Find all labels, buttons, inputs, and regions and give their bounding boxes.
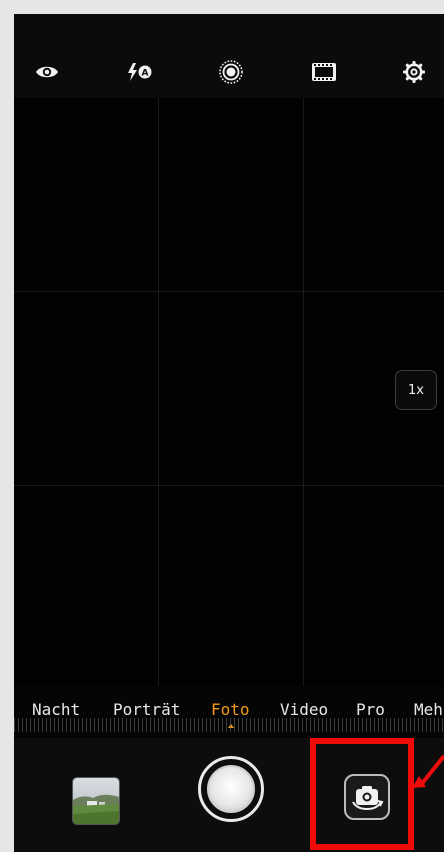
grid-line (303, 98, 304, 692)
camera-app: A 1x Nacht Porträt Foto Video Pro Meh (14, 14, 444, 852)
eye-icon[interactable] (33, 58, 61, 86)
grid-line (14, 291, 444, 292)
mode-nacht[interactable]: Nacht (32, 700, 80, 719)
screenshot-frame: A 1x Nacht Porträt Foto Video Pro Meh (0, 0, 444, 852)
mode-scale-ruler[interactable] (14, 718, 444, 732)
zoom-button[interactable]: 1x (395, 370, 437, 410)
viewfinder[interactable] (14, 98, 444, 692)
mode-portraet[interactable]: Porträt (113, 700, 180, 719)
zoom-label: 1x (408, 382, 424, 398)
settings-icon[interactable] (400, 58, 428, 86)
film-icon[interactable] (310, 58, 338, 86)
flash-auto-icon[interactable]: A (126, 58, 154, 86)
grid-line (158, 98, 159, 692)
shutter-button[interactable] (198, 756, 264, 822)
camera-top-toolbar: A (14, 14, 444, 98)
shutter-inner (207, 765, 255, 813)
svg-text:A: A (142, 69, 149, 79)
annotation-arrow-icon (412, 754, 444, 788)
gallery-thumbnail[interactable] (72, 777, 120, 825)
mode-video[interactable]: Video (280, 700, 328, 719)
live-photo-icon[interactable] (217, 58, 245, 86)
mode-pro[interactable]: Pro (356, 700, 385, 719)
mode-foto[interactable]: Foto (211, 700, 250, 719)
mode-more[interactable]: Meh (414, 700, 443, 719)
grid-line (14, 485, 444, 486)
annotation-highlight-box (310, 738, 414, 850)
